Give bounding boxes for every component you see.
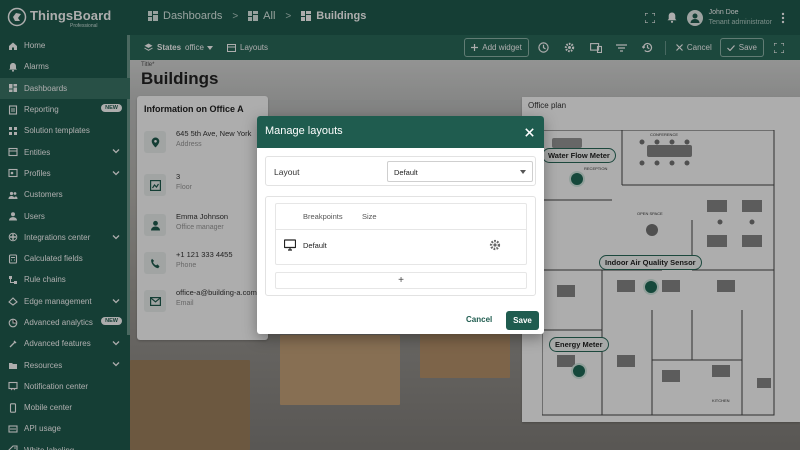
breakpoint-name: Default — [303, 241, 327, 250]
layout-select[interactable]: Default — [387, 161, 533, 182]
manage-layouts-dialog: Manage layouts Layout Default Breakpoint… — [257, 116, 544, 334]
breakpoints-panel: Breakpoints Size Default + — [265, 196, 536, 296]
caret-down-icon — [520, 170, 526, 174]
dialog-cancel-button[interactable]: Cancel — [466, 315, 492, 324]
layout-row: Layout Default — [265, 156, 536, 186]
divider — [276, 229, 526, 230]
dialog-save-button[interactable]: Save — [506, 311, 539, 330]
close-icon[interactable] — [522, 125, 536, 139]
layout-select-value: Default — [394, 168, 418, 177]
column-header-size: Size — [362, 212, 377, 221]
column-header-breakpoints: Breakpoints — [303, 212, 343, 221]
breakpoints-table: Breakpoints Size Default — [275, 203, 527, 265]
add-breakpoint-button[interactable]: + — [275, 272, 527, 289]
desktop-monitor-icon — [284, 239, 296, 251]
layout-label: Layout — [274, 167, 300, 177]
settings-gear-icon[interactable] — [489, 239, 501, 251]
dialog-header: Manage layouts — [257, 116, 544, 148]
dialog-title: Manage layouts — [265, 125, 343, 137]
